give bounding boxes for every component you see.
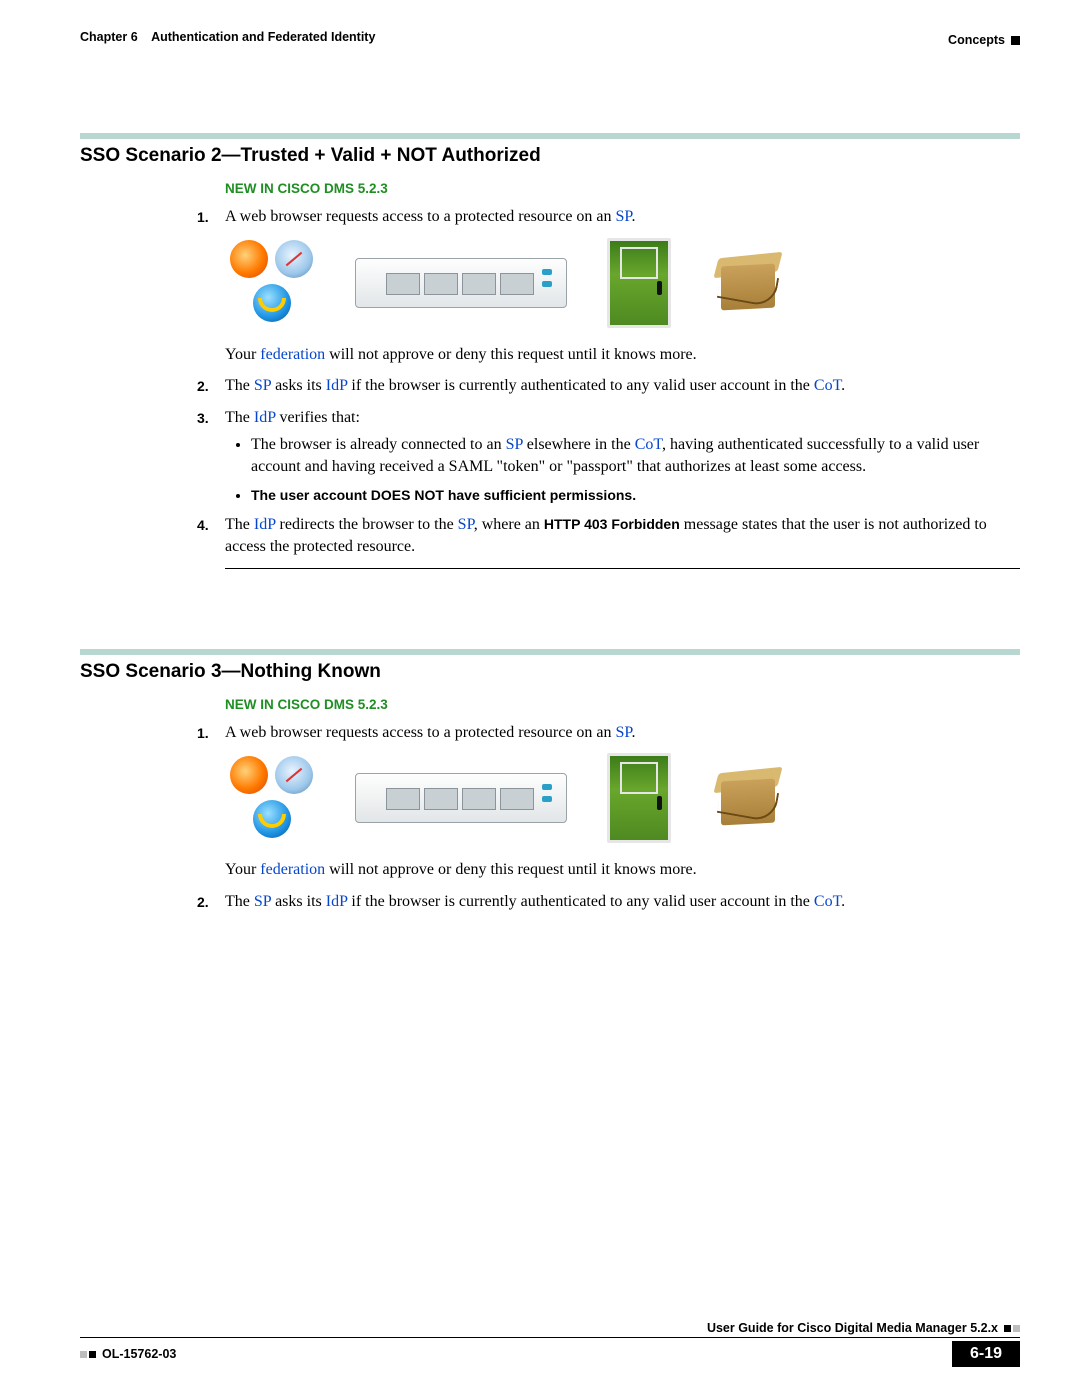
link-idp[interactable]: IdP <box>254 516 276 533</box>
square-marker-icon <box>1011 36 1020 45</box>
door-icon <box>607 238 671 328</box>
new-in-tag: NEW IN CISCO DMS 5.2.3 <box>225 181 1020 196</box>
diagram-row <box>225 238 1020 328</box>
section-rule <box>80 649 1020 655</box>
link-sp[interactable]: SP <box>506 436 523 453</box>
door-icon <box>607 753 671 843</box>
section-label: Concepts <box>948 33 1005 47</box>
package-icon <box>711 251 787 315</box>
new-in-tag: NEW IN CISCO DMS 5.2.3 <box>225 697 1020 712</box>
chapter-label: Chapter 6 <box>80 30 138 44</box>
bullet-no-permissions: The user account DOES NOT have sufficien… <box>251 486 1020 505</box>
step-2: 2. The SP asks its IdP if the browser is… <box>225 891 1020 913</box>
server-icon <box>355 258 567 308</box>
link-sp[interactable]: SP <box>616 724 632 741</box>
ie-icon <box>253 284 291 322</box>
link-federation[interactable]: federation <box>260 346 325 363</box>
page-number: 6-19 <box>952 1341 1020 1367</box>
link-sp[interactable]: SP <box>458 516 474 533</box>
link-idp[interactable]: IdP <box>326 377 348 394</box>
server-icon <box>355 773 567 823</box>
firefox-icon <box>230 240 268 278</box>
link-sp[interactable]: SP <box>254 893 271 910</box>
link-cot[interactable]: CoT <box>635 436 662 453</box>
firefox-icon <box>230 756 268 794</box>
step-4: 4. The IdP redirects the browser to the … <box>225 514 1020 557</box>
ie-icon <box>253 800 291 838</box>
chapter-title: Authentication and Federated Identity <box>151 30 375 44</box>
browser-icons <box>225 240 315 325</box>
section-heading-sso3: SSO Scenario 3—Nothing Known <box>80 661 1020 683</box>
section-rule <box>80 133 1020 139</box>
page-footer: User Guide for Cisco Digital Media Manag… <box>80 1321 1020 1367</box>
step-1: 1. A web browser requests access to a pr… <box>225 722 1020 744</box>
federation-note: Your federation will not approve or deny… <box>225 859 1020 881</box>
package-icon <box>711 766 787 830</box>
link-idp[interactable]: IdP <box>254 409 276 426</box>
bullet-connected: The browser is already connected to an S… <box>251 434 1020 477</box>
section-divider <box>225 568 1020 569</box>
link-cot[interactable]: CoT <box>814 893 841 910</box>
link-sp[interactable]: SP <box>616 208 632 225</box>
doc-number: OL-15762-03 <box>102 1347 176 1361</box>
step-2: 2. The SP asks its IdP if the browser is… <box>225 375 1020 397</box>
safari-icon <box>275 756 313 794</box>
decor-squares-icon <box>80 1351 96 1358</box>
step-1: 1. A web browser requests access to a pr… <box>225 206 1020 228</box>
decor-squares-icon <box>1004 1325 1020 1332</box>
section-heading-sso2: SSO Scenario 2—Trusted + Valid + NOT Aut… <box>80 145 1020 167</box>
link-cot[interactable]: CoT <box>814 377 841 394</box>
link-federation[interactable]: federation <box>260 861 325 878</box>
diagram-row <box>225 753 1020 843</box>
safari-icon <box>275 240 313 278</box>
guide-title: User Guide for Cisco Digital Media Manag… <box>707 1321 998 1335</box>
link-idp[interactable]: IdP <box>326 893 348 910</box>
page-header: Chapter 6 Authentication and Federated I… <box>80 30 1020 53</box>
http-403: HTTP 403 Forbidden <box>544 516 680 532</box>
link-sp[interactable]: SP <box>254 377 271 394</box>
step-3: 3. The IdP verifies that: The browser is… <box>225 407 1020 505</box>
federation-note: Your federation will not approve or deny… <box>225 344 1020 366</box>
browser-icons <box>225 756 315 841</box>
